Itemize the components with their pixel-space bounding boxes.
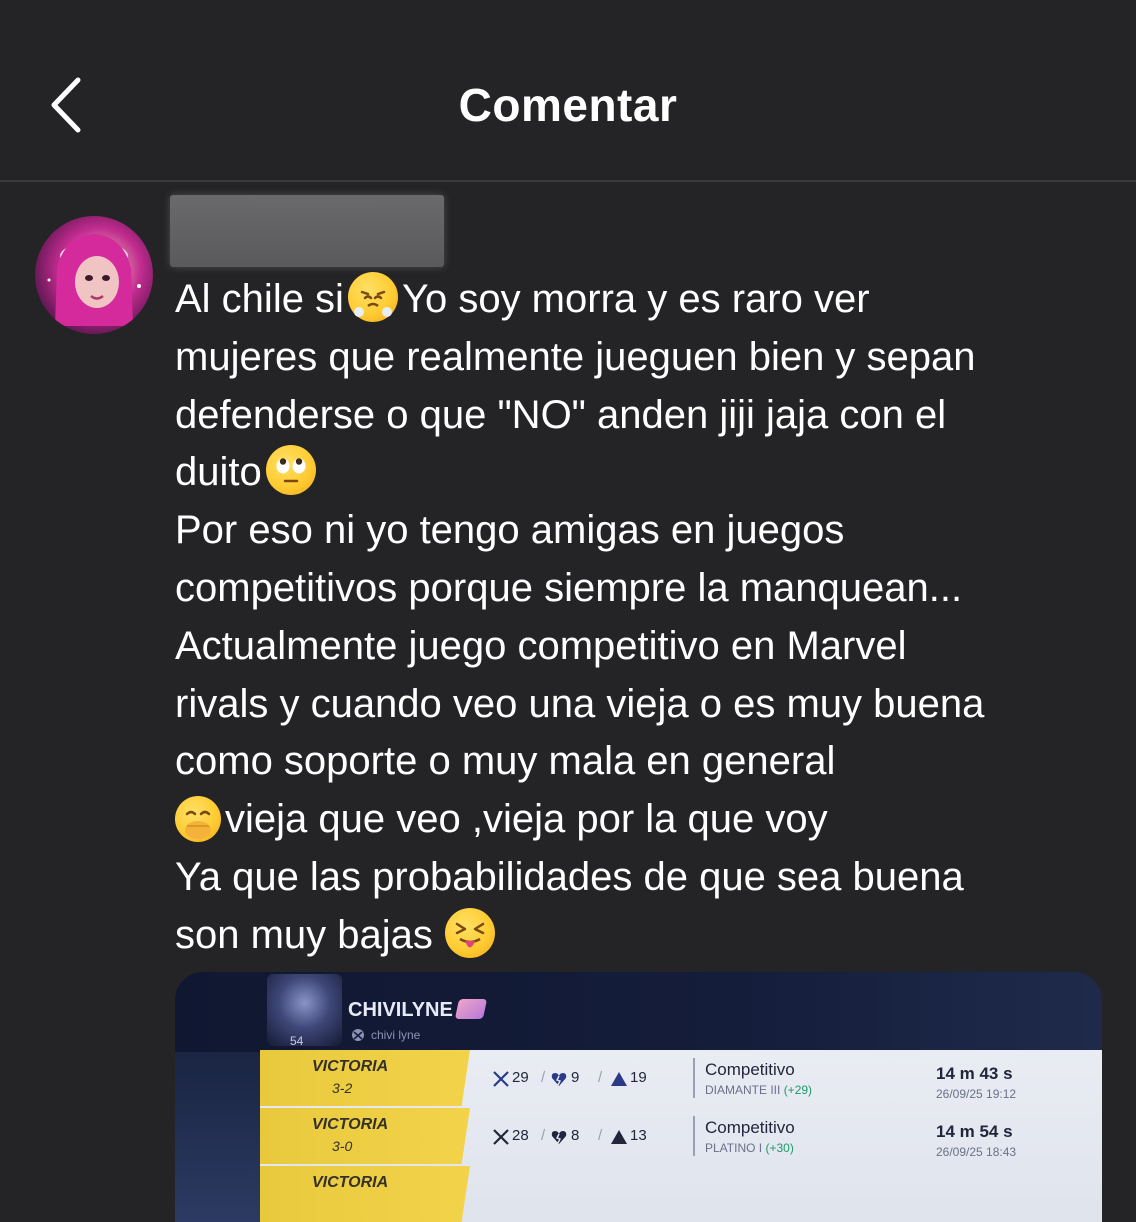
match-duration: 14 m 43 s — [936, 1064, 1013, 1083]
match-duration: 14 m 54 s — [936, 1122, 1013, 1141]
match-result: VICTORIA — [312, 1058, 389, 1075]
comment-line: son muy bajas — [175, 907, 1095, 965]
match-rank: DIAMANTE III (+29) — [705, 1083, 813, 1097]
comment-line: duito — [175, 444, 1095, 502]
stat-separator: / — [598, 1069, 603, 1086]
face-with-steam-emoji — [347, 272, 398, 322]
comment-line: Al chile si Yo soy morra y es raro ver — [175, 271, 1095, 329]
match-rank: PLATINO I (+30) — [705, 1141, 794, 1155]
divider — [693, 1058, 695, 1098]
comment-body: Al chile si Yo soy morra y es raro ver mu… — [175, 271, 1095, 965]
match-mode: Competitivo — [705, 1060, 795, 1079]
assists-value: 13 — [630, 1127, 647, 1144]
attached-image[interactable]: 54 CHIVILYNE chivi lyne VICTORIA 3-2 29 … — [175, 972, 1102, 1222]
comment-line: mujeres que realmente jueguen bien y sep… — [175, 334, 976, 379]
match-date: 26/09/25 19:12 — [936, 1087, 1017, 1101]
swords-icon — [493, 1071, 509, 1087]
xbox-icon — [352, 1029, 364, 1041]
squinting-tongue-emoji — [444, 907, 495, 958]
kills-value: 29 — [512, 1069, 529, 1086]
broken-heart-icon — [551, 1073, 567, 1086]
match-result: VICTORIA — [312, 1116, 389, 1133]
top-bar: Comentar — [0, 0, 1136, 182]
match-row[interactable]: VICTORIA — [260, 1166, 1102, 1222]
comment-line: rivals y cuando veo una vieja o es muy b… — [175, 681, 985, 726]
player-level: 54 — [290, 1034, 304, 1048]
kills-value: 28 — [512, 1127, 529, 1144]
comment-line: competitivos porque siempre la manquean.… — [175, 565, 963, 610]
comment-line: como soporte o muy mala en general — [175, 739, 836, 784]
divider — [693, 1116, 695, 1156]
match-row[interactable]: VICTORIA 3-0 28 / 8 / 13 Competitivo PLA… — [260, 1108, 1102, 1164]
match-date: 26/09/25 18:43 — [936, 1145, 1017, 1159]
match-row[interactable]: VICTORIA 3-2 29 / 9 / 19 Competitivo DIA… — [260, 1050, 1102, 1106]
stat-separator: / — [541, 1069, 546, 1086]
stat-separator: / — [598, 1127, 603, 1144]
match-result: VICTORIA — [312, 1174, 389, 1191]
page-title: Comentar — [458, 79, 678, 131]
assist-icon — [611, 1130, 627, 1144]
stat-separator: / — [541, 1127, 546, 1144]
comment-line: Por eso ni yo tengo amigas en juegos — [175, 508, 845, 553]
player-name: CHIVILYNE — [348, 999, 453, 1021]
eye-roll-emoji — [265, 445, 316, 496]
match-score: 3-0 — [332, 1138, 353, 1154]
hand-over-mouth-emoji — [175, 796, 221, 843]
match-mode: Competitivo — [705, 1118, 795, 1137]
match-history: VICTORIA 3-2 29 / 9 / 19 Competitivo DIA… — [260, 1050, 1102, 1222]
swords-icon — [493, 1129, 509, 1145]
comment-line: Actualmente juego competitivo en Marvel — [175, 623, 907, 668]
match-score: 3-2 — [332, 1080, 353, 1096]
assists-value: 19 — [630, 1069, 647, 1086]
assist-icon — [611, 1072, 627, 1086]
username-redacted — [170, 195, 444, 267]
player-avatar — [267, 974, 342, 1046]
avatar[interactable] — [35, 216, 153, 334]
avatar-image — [47, 234, 141, 326]
player-badge-icon — [454, 999, 488, 1019]
player-tag: chivi lyne — [371, 1028, 421, 1042]
comment-line: Ya que las probabilidades de que sea bue… — [175, 854, 964, 899]
deaths-value: 8 — [571, 1127, 580, 1144]
deaths-value: 9 — [571, 1069, 580, 1086]
broken-heart-icon — [551, 1131, 567, 1144]
comment-line: vieja que veo ,vieja por la que voy — [175, 791, 1095, 849]
comment-line: defenderse o que "NO" anden jiji jaja co… — [175, 392, 947, 437]
player-header: 54 CHIVILYNE chivi lyne — [175, 972, 1102, 1052]
